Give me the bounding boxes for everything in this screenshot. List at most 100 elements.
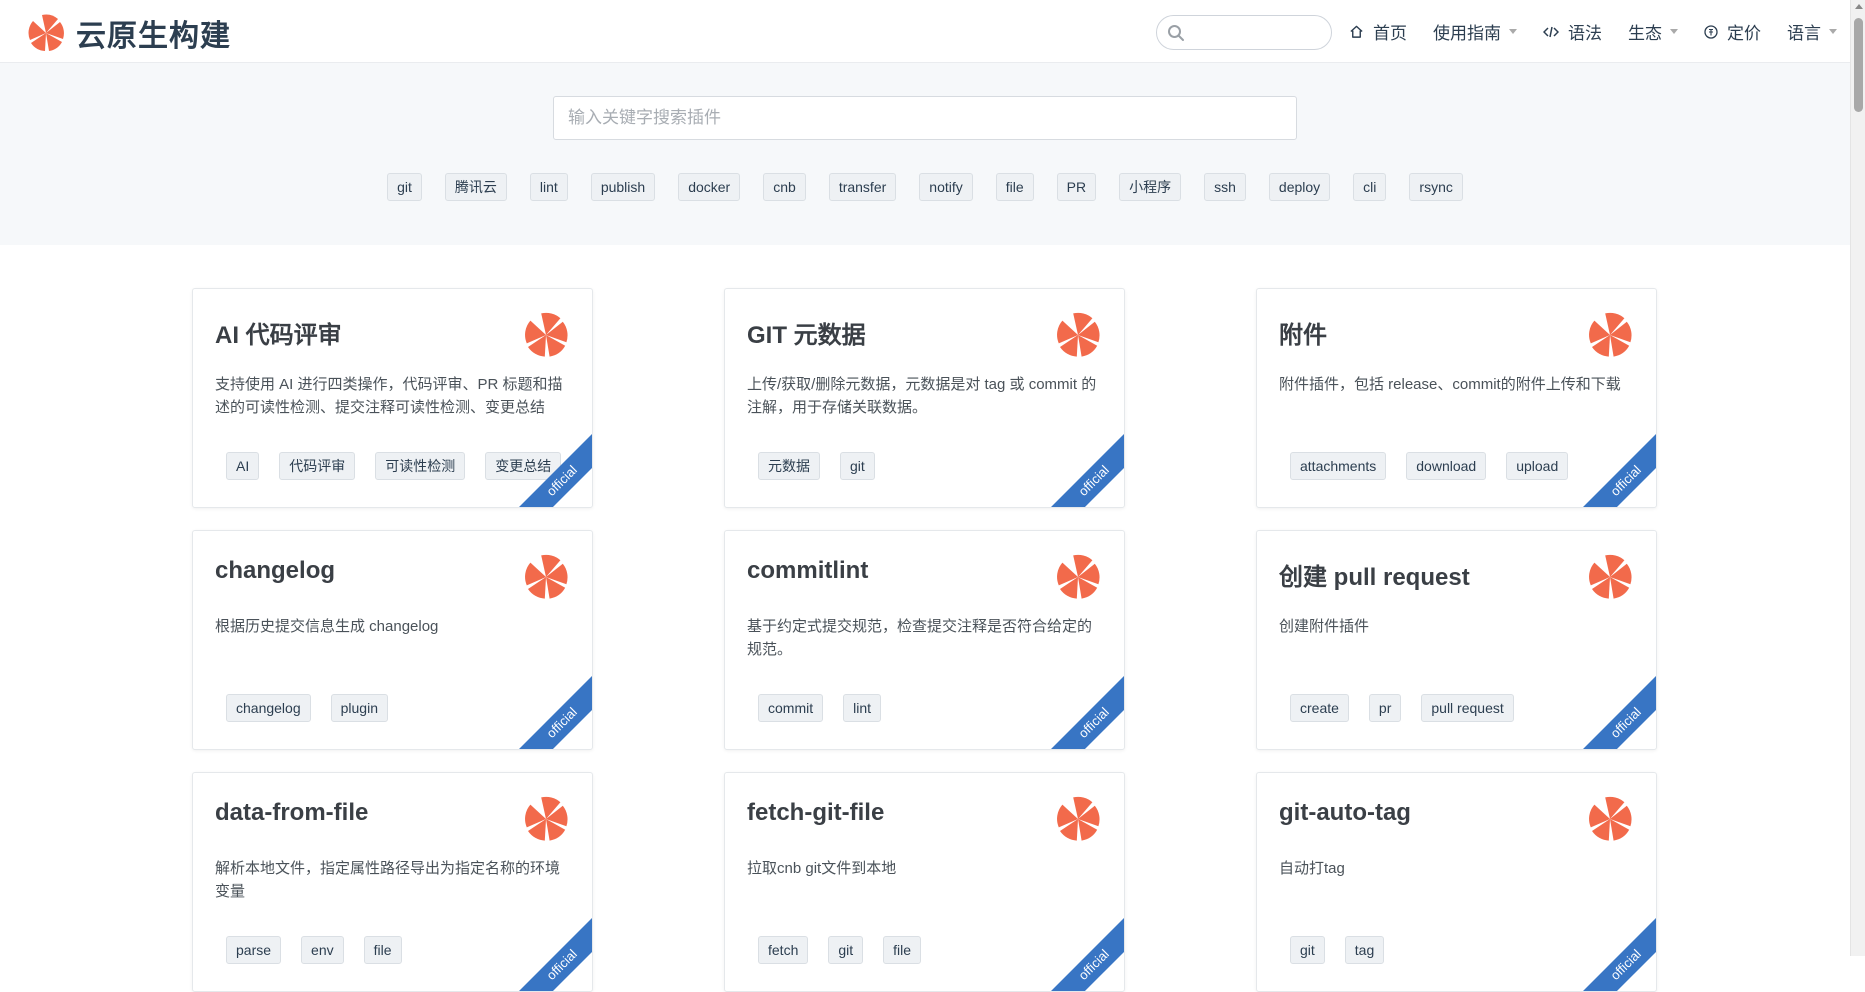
plugin-card-description: 基于约定式提交规范，检查提交注释是否符合给定的规范。 bbox=[747, 618, 1093, 658]
plugin-card[interactable]: 附件 附件插件，包括 release、commit的附件上传和下载 attachme… bbox=[1256, 288, 1657, 508]
official-ribbon: official bbox=[1575, 430, 1656, 507]
page-scrollbar[interactable] bbox=[1850, 0, 1865, 956]
brand-title: 云原生构建 bbox=[76, 20, 231, 53]
plugin-card[interactable]: 创建 pull request 创建附件插件 create pr pull reques… bbox=[1256, 530, 1657, 750]
nav-item-label: 使用指南 bbox=[1433, 24, 1501, 43]
plugin-card-tags: create pr pull request bbox=[1290, 694, 1514, 722]
plugin-card[interactable]: git-auto-tag 自动打tag git tag official bbox=[1256, 772, 1657, 992]
plugin-card[interactable]: data-from-file 解析本地文件，指定属性路径导出为指定名称的环境变量 p… bbox=[192, 772, 593, 992]
plugin-tag[interactable]: parse bbox=[226, 936, 282, 964]
official-ribbon: official bbox=[1043, 914, 1124, 991]
nav-item-label: 首页 bbox=[1373, 24, 1407, 43]
official-ribbon: official bbox=[1043, 430, 1124, 507]
official-ribbon: official bbox=[511, 672, 592, 749]
plugin-card[interactable]: commitlint 基于约定式提交规范，检查提交注释是否符合给定的规范。 comm… bbox=[724, 530, 1125, 750]
plugin-card-title[interactable]: fetch-git-file bbox=[747, 799, 884, 827]
plugin-tag[interactable]: git bbox=[828, 936, 864, 964]
plugin-tag[interactable]: 代码评审 bbox=[279, 452, 356, 480]
plugin-tag[interactable]: commit bbox=[758, 694, 824, 722]
quick-tag[interactable]: deploy bbox=[1268, 173, 1331, 201]
plugin-tag[interactable]: plugin bbox=[330, 694, 388, 722]
caret-down-icon bbox=[1670, 29, 1678, 34]
plugin-tag[interactable]: upload bbox=[1506, 452, 1569, 480]
quick-tag[interactable]: cli bbox=[1353, 173, 1387, 201]
quick-tag[interactable]: publish bbox=[590, 173, 656, 201]
brand-link[interactable]: 云原生构建 bbox=[26, 11, 231, 55]
plugin-tag[interactable]: env bbox=[301, 936, 344, 964]
caret-down-icon bbox=[1509, 29, 1517, 34]
quick-tag[interactable]: 腾讯云 bbox=[444, 173, 507, 201]
plugin-card[interactable]: fetch-git-file 拉取cnb git文件到本地 fetch git file… bbox=[724, 772, 1125, 992]
plugin-card-title[interactable]: 创建 pull request bbox=[1279, 557, 1470, 592]
code-icon bbox=[1543, 25, 1564, 39]
quick-tag[interactable]: git bbox=[387, 173, 422, 201]
plugin-tag[interactable]: create bbox=[1290, 694, 1349, 722]
official-ribbon: official bbox=[1043, 672, 1124, 749]
plugin-tag[interactable]: AI bbox=[226, 452, 260, 480]
quick-tag[interactable]: file bbox=[995, 173, 1034, 201]
plugin-tag[interactable]: attachments bbox=[1290, 452, 1387, 480]
quick-tag[interactable]: PR bbox=[1056, 173, 1097, 201]
cnb-logo-icon bbox=[28, 14, 64, 51]
plugin-card-description: 支持使用 AI 进行四类操作，代码评审、PR 标题和描述的可读性检测、提交注释可… bbox=[215, 376, 563, 416]
plugin-logo-icon bbox=[1586, 311, 1634, 359]
plugin-card-title[interactable]: commitlint bbox=[747, 557, 868, 585]
nav-item-1[interactable]: 使用指南 bbox=[1433, 19, 1517, 44]
plugin-tag[interactable]: fetch bbox=[758, 936, 809, 964]
plugin-logo-icon bbox=[1586, 553, 1634, 601]
plugin-card-title[interactable]: git-auto-tag bbox=[1279, 799, 1411, 827]
plugin-search-band bbox=[0, 63, 1850, 245]
quick-tag[interactable]: docker bbox=[678, 173, 741, 201]
plugin-card[interactable]: GIT 元数据 上传/获取/删除元数据，元数据是对 tag 或 commit 的注… bbox=[724, 288, 1125, 508]
nav-item-5[interactable]: 语言 bbox=[1787, 19, 1837, 44]
plugin-card-title[interactable]: AI 代码评审 bbox=[215, 315, 342, 350]
quick-tag[interactable]: cnb bbox=[763, 173, 806, 201]
search-icon bbox=[1168, 25, 1184, 41]
plugin-tag[interactable]: changelog bbox=[226, 694, 311, 722]
scrollbar-thumb[interactable] bbox=[1854, 18, 1863, 112]
plugin-card-title[interactable]: 附件 bbox=[1279, 315, 1327, 350]
plugin-tag[interactable]: file bbox=[883, 936, 922, 964]
nav-item-0[interactable]: 首页 bbox=[1349, 19, 1407, 44]
plugin-card-tags: 元数据 git bbox=[758, 452, 875, 480]
plugin-tag[interactable]: git bbox=[840, 452, 875, 480]
quick-tag[interactable]: 小程序 bbox=[1119, 173, 1182, 201]
plugin-card-description: 创建附件插件 bbox=[1279, 618, 1370, 635]
plugin-tag[interactable]: download bbox=[1406, 452, 1487, 480]
plugin-tag[interactable]: git bbox=[1290, 936, 1325, 964]
plugin-card-description: 自动打tag bbox=[1279, 860, 1345, 877]
plugin-tag[interactable]: 可读性检测 bbox=[375, 452, 466, 480]
scroll-up-arrow-icon[interactable] bbox=[1855, 4, 1863, 9]
nav-item-label: 语法 bbox=[1568, 24, 1602, 43]
nav-item-2[interactable]: 语法 bbox=[1543, 19, 1602, 44]
plugin-card-tags: changelog plugin bbox=[226, 694, 388, 722]
plugin-card-description: 根据历史提交信息生成 changelog bbox=[215, 618, 439, 635]
nav-item-label: 语言 bbox=[1787, 24, 1821, 43]
plugin-card[interactable]: changelog 根据历史提交信息生成 changelog changelog pl… bbox=[192, 530, 593, 750]
plugin-tag[interactable]: 元数据 bbox=[758, 452, 820, 480]
quick-tag[interactable]: rsync bbox=[1409, 173, 1463, 201]
nav-links: 首页 使用指南 语法 生态 定价 语言 bbox=[1349, 0, 1863, 63]
plugin-logo-icon bbox=[1586, 795, 1634, 843]
nav-search-input[interactable] bbox=[1156, 15, 1332, 50]
plugin-card-title[interactable]: changelog bbox=[215, 557, 335, 585]
plugin-tag[interactable]: lint bbox=[843, 694, 882, 722]
plugin-card-tags: AI 代码评审 可读性检测 变更总结 bbox=[226, 452, 562, 480]
plugin-card-title[interactable]: data-from-file bbox=[215, 799, 368, 827]
plugin-tag[interactable]: file bbox=[363, 936, 402, 964]
quick-tag[interactable]: notify bbox=[919, 173, 973, 201]
quick-tag[interactable]: ssh bbox=[1204, 173, 1246, 201]
nav-item-3[interactable]: 生态 bbox=[1628, 19, 1678, 44]
quick-tag[interactable]: lint bbox=[529, 173, 568, 201]
plugin-card[interactable]: AI 代码评审支持使用 AI 进行四类操作，代码评审、PR 标题和描述的可读性检… bbox=[192, 288, 593, 508]
plugin-tag[interactable]: pr bbox=[1368, 694, 1402, 722]
plugin-tag[interactable]: pull request bbox=[1421, 694, 1514, 722]
nav-item-4[interactable]: 定价 bbox=[1704, 19, 1761, 44]
plugin-logo-icon bbox=[522, 795, 570, 843]
plugin-card-tags: attachments download upload bbox=[1290, 452, 1569, 480]
quick-tag[interactable]: transfer bbox=[828, 173, 897, 201]
plugin-card-title[interactable]: GIT 元数据 bbox=[747, 315, 866, 350]
plugin-tag[interactable]: tag bbox=[1344, 936, 1385, 964]
plugin-logo-icon bbox=[1054, 311, 1102, 359]
plugin-search-input[interactable] bbox=[553, 96, 1297, 140]
